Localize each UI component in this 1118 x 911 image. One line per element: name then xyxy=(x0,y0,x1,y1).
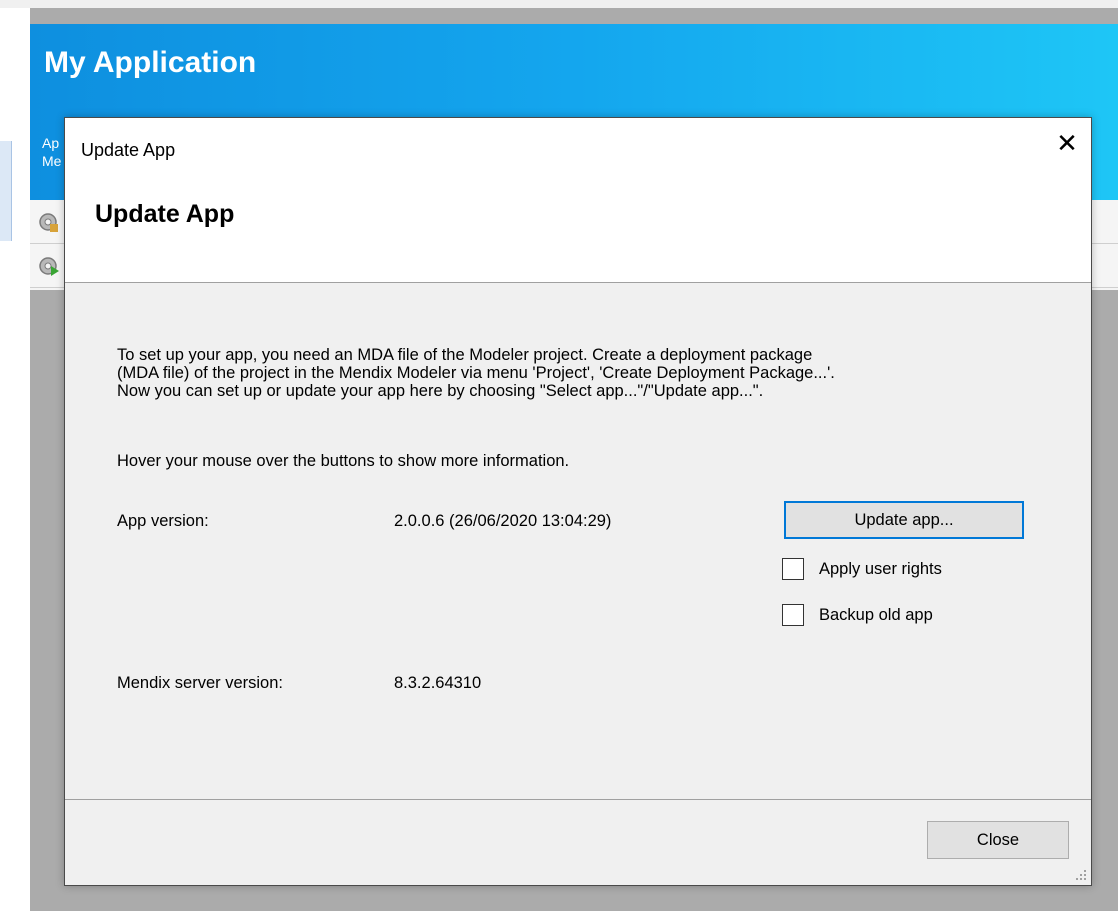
left-pane xyxy=(0,8,30,911)
intro-line: Now you can set up or update your app he… xyxy=(117,382,764,400)
backup-old-app-checkbox[interactable] xyxy=(782,604,804,626)
server-version-value: 8.3.2.64310 xyxy=(394,674,482,692)
update-app-dialog: Update App ✕ Update App To set up your a… xyxy=(64,117,1092,886)
app-title: My Application xyxy=(44,46,257,79)
left-pane-selection xyxy=(0,141,12,241)
apply-user-rights-label[interactable]: Apply user rights xyxy=(819,560,942,579)
gear-run-icon xyxy=(39,257,59,276)
server-version-label: Mendix server version: xyxy=(117,674,283,692)
intro-line: To set up your app, you need an MDA file… xyxy=(117,346,813,364)
update-app-button[interactable]: Update app... xyxy=(784,501,1024,539)
app-version-value: 2.0.0.6 (26/06/2020 13:04:29) xyxy=(394,512,612,530)
gear-icon xyxy=(39,213,58,232)
app-subtitle-line-2: Me xyxy=(42,153,62,169)
top-strip xyxy=(0,0,1118,8)
app-version-label: App version: xyxy=(117,512,209,530)
app-subtitle-line-1: Ap xyxy=(42,135,60,151)
close-button[interactable]: Close xyxy=(927,821,1069,859)
resize-grip-icon[interactable] xyxy=(1075,869,1087,881)
close-icon[interactable]: ✕ xyxy=(1049,128,1085,160)
backup-old-app-label[interactable]: Backup old app xyxy=(819,606,933,625)
intro-line: (MDA file) of the project in the Mendix … xyxy=(117,364,835,382)
hover-hint: Hover your mouse over the buttons to sho… xyxy=(117,452,570,470)
dialog-caption: Update App xyxy=(81,140,176,160)
dialog-header: Update App ✕ Update App xyxy=(65,118,1091,283)
app-subtitle: Ap Me xyxy=(42,134,61,170)
dialog-heading: Update App xyxy=(95,200,235,228)
apply-user-rights-checkbox[interactable] xyxy=(782,558,804,580)
footer-divider xyxy=(65,799,1091,800)
intro-text: To set up your app, you need an MDA file… xyxy=(117,346,1017,400)
